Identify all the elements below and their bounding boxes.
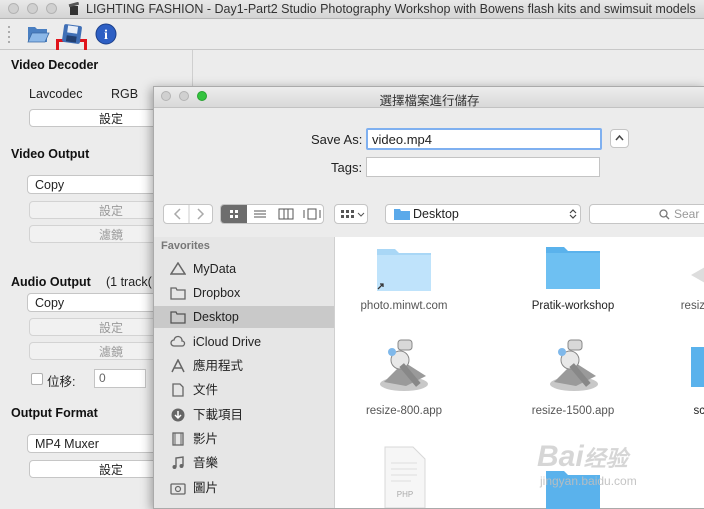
folder-alias-icon bbox=[377, 249, 431, 291]
sidebar-item-documents[interactable]: 文件 bbox=[154, 379, 334, 401]
app-icon bbox=[68, 2, 80, 15]
file-label: photo.minwt.com bbox=[360, 300, 448, 312]
file-label: resiz bbox=[680, 300, 704, 312]
music-icon bbox=[172, 456, 184, 469]
save-icon[interactable] bbox=[60, 22, 84, 46]
automator-app-icon[interactable] bbox=[374, 332, 434, 394]
info-icon[interactable]: i bbox=[94, 22, 118, 46]
list-view-icon[interactable] bbox=[247, 205, 273, 223]
tags-input[interactable] bbox=[366, 157, 600, 177]
sidebar-item-label: MyData bbox=[193, 262, 237, 276]
toolbar-grip-icon bbox=[8, 26, 10, 43]
arrange-button[interactable] bbox=[334, 204, 368, 224]
sidebar-item-label: iCloud Drive bbox=[193, 335, 262, 349]
audio-output-title: Audio Output bbox=[11, 275, 91, 289]
expand-dialog-button[interactable] bbox=[610, 129, 629, 148]
sidebar-item-mydata[interactable]: MyData bbox=[154, 258, 334, 280]
close-window-button[interactable] bbox=[8, 3, 19, 14]
sidebar-item-label: Desktop bbox=[193, 310, 239, 324]
folder-icon[interactable] bbox=[691, 345, 704, 391]
sidebar-item-label: 下載項目 bbox=[193, 408, 244, 422]
updown-chevron-icon bbox=[569, 209, 577, 219]
back-forward-chevrons-icon[interactable] bbox=[164, 205, 214, 223]
automator-app-icon[interactable] bbox=[544, 332, 604, 394]
audio-shift-checkbox[interactable] bbox=[31, 373, 43, 385]
sidebar-item-movies[interactable]: 影片 bbox=[154, 428, 334, 450]
sidebar-item-label: 影片 bbox=[193, 432, 219, 446]
folder-icon bbox=[546, 247, 600, 289]
sidebar-item-icloud[interactable]: iCloud Drive bbox=[154, 331, 334, 353]
toolbar: i bbox=[0, 19, 704, 68]
drive-icon bbox=[170, 262, 186, 275]
zoom-window-button[interactable] bbox=[46, 3, 57, 14]
sidebar-item-label: 音樂 bbox=[193, 456, 219, 470]
location-popup[interactable]: Desktop bbox=[385, 204, 581, 224]
save-as-label: Save As: bbox=[311, 132, 363, 147]
pictures-icon bbox=[170, 483, 186, 495]
file-label: resize-800.app bbox=[365, 405, 443, 417]
favorites-header: Favorites bbox=[161, 240, 210, 252]
cloud-icon bbox=[170, 335, 186, 347]
file-label: resize-1500.app bbox=[531, 405, 615, 417]
coverflow-view-icon[interactable] bbox=[299, 205, 325, 223]
search-field[interactable]: Sear bbox=[589, 204, 704, 224]
minimize-window-button[interactable] bbox=[27, 3, 38, 14]
video-decoder-colorspace: RGB bbox=[111, 87, 139, 101]
sidebar-item-desktop[interactable]: Desktop bbox=[154, 306, 334, 328]
video-decoder-title: Video Decoder bbox=[11, 58, 99, 72]
file-item[interactable] bbox=[544, 243, 602, 298]
svg-text:i: i bbox=[104, 28, 108, 43]
chevron-up-icon bbox=[615, 134, 624, 141]
movies-icon bbox=[172, 432, 184, 446]
audio-output-track-info: (1 track( bbox=[106, 275, 152, 289]
dialog-title: 選擇檔案進行儲存 bbox=[379, 94, 480, 108]
column-view-icon[interactable] bbox=[273, 205, 299, 223]
video-decoder-codec: Lavcodec bbox=[29, 87, 83, 101]
window-titlebar: LIGHTING FASHION - Day1-Part2 Studio Pho… bbox=[0, 0, 704, 19]
sidebar-item-label: 文件 bbox=[193, 383, 219, 397]
sidebar-item-label: Dropbox bbox=[193, 286, 241, 300]
icon-view-button[interactable] bbox=[221, 205, 247, 223]
folder-icon bbox=[394, 209, 410, 220]
download-icon bbox=[171, 408, 185, 422]
svg-text:PHP: PHP bbox=[397, 490, 413, 499]
dialog-titlebar: 選擇檔案進行儲存 bbox=[154, 87, 704, 108]
location-label: Desktop bbox=[413, 207, 459, 221]
php-file-icon[interactable]: PHP bbox=[381, 443, 429, 508]
folder-icon bbox=[170, 287, 186, 300]
save-as-input[interactable]: video.mp4 bbox=[366, 128, 602, 150]
file-label: sc bbox=[693, 405, 704, 417]
finder-sidebar: Favorites MyData Dropbox Desktop iCloud … bbox=[154, 237, 335, 508]
open-folder-icon[interactable] bbox=[26, 22, 50, 46]
document-icon bbox=[172, 383, 184, 397]
audio-shift-label: 位移: bbox=[47, 375, 76, 389]
sidebar-item-dropbox[interactable]: Dropbox bbox=[154, 282, 334, 304]
sidebar-item-music[interactable]: 音樂 bbox=[154, 452, 334, 474]
file-label: Pratik-workshop bbox=[531, 300, 615, 312]
applications-icon bbox=[171, 359, 185, 373]
grid-icon bbox=[230, 210, 238, 218]
video-output-title: Video Output bbox=[11, 147, 90, 161]
sidebar-item-label: 應用程式 bbox=[193, 359, 244, 373]
sidebar-item-downloads[interactable]: 下載項目 bbox=[154, 404, 334, 426]
tags-label: Tags: bbox=[331, 160, 363, 175]
search-placeholder: Sear bbox=[674, 207, 700, 221]
view-mode-segment bbox=[220, 204, 324, 224]
watermark-logo: Bai经验 bbox=[537, 440, 628, 473]
watermark-url: jingyan.baidu.com bbox=[540, 474, 637, 488]
window-title: LIGHTING FASHION - Day1-Part2 Studio Pho… bbox=[86, 2, 696, 16]
output-format-title: Output Format bbox=[11, 406, 98, 420]
folder-icon bbox=[170, 311, 186, 324]
sidebar-item-label: 圖片 bbox=[193, 481, 219, 495]
back-forward-buttons bbox=[163, 204, 213, 224]
arrange-grid-icon bbox=[341, 210, 365, 218]
audio-shift-input[interactable]: 0 bbox=[94, 369, 146, 388]
app-icon[interactable] bbox=[683, 257, 704, 297]
sidebar-item-applications[interactable]: 應用程式 bbox=[154, 355, 334, 377]
file-browser: photo.minwt.com Pratik-workshop resiz re… bbox=[335, 237, 704, 509]
file-item[interactable] bbox=[375, 243, 433, 298]
search-icon bbox=[659, 209, 670, 220]
sidebar-item-pictures[interactable]: 圖片 bbox=[154, 477, 334, 499]
